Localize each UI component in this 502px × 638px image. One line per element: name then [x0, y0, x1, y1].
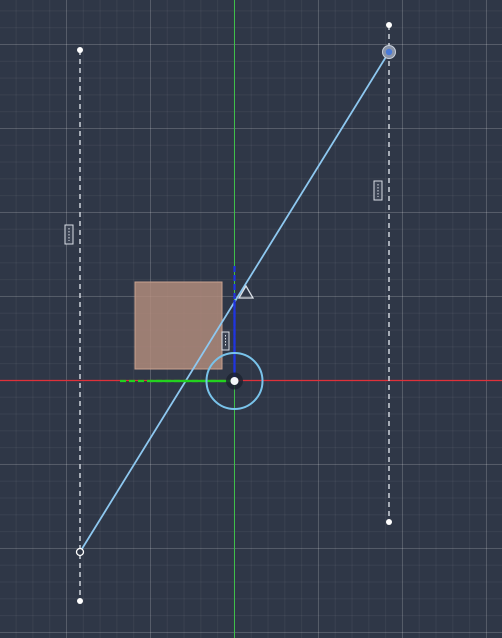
right-guide-top-vertex-icon[interactable]: [386, 22, 392, 28]
left-dimension-marker-icon[interactable]: [64, 224, 74, 245]
sketch-scene[interactable]: [0, 0, 502, 638]
right-dimension-marker-icon[interactable]: [373, 180, 383, 201]
viewport-canvas[interactable]: [0, 0, 502, 638]
left-guide-bottom-vertex-icon[interactable]: [77, 598, 83, 604]
right-guide-bottom-vertex-icon[interactable]: [386, 519, 392, 525]
left-guide-top-vertex-icon[interactable]: [77, 47, 83, 53]
gizmo-center-icon[interactable]: [230, 377, 239, 385]
center-dimension-marker-icon[interactable]: [221, 331, 230, 351]
diagonal-end-vertex-icon[interactable]: [385, 48, 393, 56]
rectangle-shape[interactable]: [134, 281, 223, 370]
diagonal-start-vertex-icon[interactable]: [75, 547, 85, 557]
